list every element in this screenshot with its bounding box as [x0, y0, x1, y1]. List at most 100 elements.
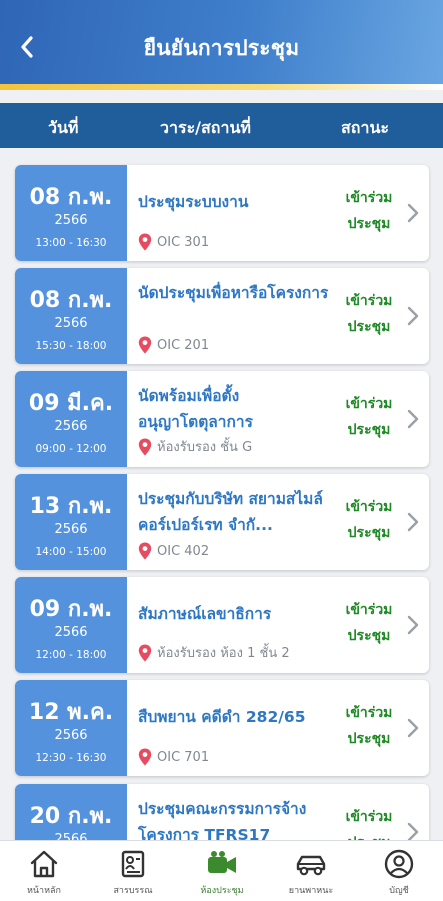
status-line-2: ประชุม: [347, 422, 391, 438]
status-line-2: ประชุม: [347, 731, 391, 747]
status-line-2: ประชุม: [347, 216, 391, 232]
meeting-card[interactable]: 12 พ.ค. 2566 12:30 - 16:30 สืบพยาน คดีดำ…: [15, 680, 429, 776]
document-icon: [121, 850, 145, 878]
status-label: เข้าร่วม ประชุม: [341, 494, 397, 546]
meeting-location: OIC 201: [138, 336, 338, 354]
home-icon: [30, 850, 58, 878]
chevron-right-icon: [407, 822, 419, 840]
column-header-status: สถานะ: [341, 118, 389, 137]
tab-label: บัญชี: [389, 886, 409, 896]
meeting-time: 14:00 - 15:00: [35, 546, 107, 558]
date-box: 09 ก.พ. 2566 12:00 - 18:00: [15, 577, 127, 673]
meeting-year: 2566: [54, 625, 88, 640]
status-label: เข้าร่วม ประชุม: [341, 597, 397, 649]
location-pin-icon: [138, 233, 152, 251]
tab-meeting-room[interactable]: ห้องประชุม: [178, 845, 266, 901]
status-line-2: ประชุม: [347, 628, 391, 644]
status-line-1: เข้าร่วม: [345, 190, 393, 206]
meeting-card[interactable]: 08 ก.พ. 2566 13:00 - 16:30 ประชุมระบบงาน…: [15, 165, 429, 261]
meeting-time: 15:30 - 18:00: [35, 340, 107, 352]
chevron-right-icon: [407, 615, 419, 635]
app-header: ยืนยันการประชุม: [0, 0, 443, 90]
meeting-time: 12:30 - 16:30: [35, 752, 107, 764]
meeting-card[interactable]: 09 มี.ค. 2566 09:00 - 12:00 นัดพร้อมเพื่…: [15, 371, 429, 467]
location-pin-icon: [138, 644, 152, 661]
meeting-time: 13:00 - 16:30: [35, 237, 107, 249]
column-header-date: วันที่: [48, 118, 79, 137]
chevron-right-icon: [407, 409, 419, 429]
page-title: ยืนยันการประชุม: [143, 36, 300, 60]
user-circle-icon: [384, 849, 414, 879]
date-box: 13 ก.พ. 2566 14:00 - 15:00: [15, 474, 127, 570]
location-text: ห้องรับรอง ห้อง 1 ชั้น 2: [157, 646, 290, 661]
meeting-date: 12 พ.ค.: [28, 700, 114, 725]
meeting-date: 08 ก.พ.: [29, 288, 113, 313]
meeting-date: 13 ก.พ.: [29, 494, 113, 519]
meeting-name: ประชุมคณะกรรมการจ้างโครงการ TFRS17: [138, 800, 307, 840]
tab-label: ยานพาหนะ: [288, 886, 334, 896]
status-line-2: ประชุม: [347, 525, 391, 541]
status-label: เข้าร่วม ประชุม: [341, 700, 397, 752]
location-text: OIC 201: [157, 337, 210, 353]
tab-label: หน้าหลัก: [26, 886, 62, 896]
status-line-2: ประชุม: [347, 319, 391, 335]
meeting-name: ประชุมระบบงาน: [138, 193, 249, 211]
meeting-name: สัมภาษณ์เลขาธิการ: [138, 605, 272, 623]
tab-home[interactable]: หน้าหลัก: [0, 845, 88, 901]
tab-vehicles[interactable]: ยานพาหนะ: [267, 845, 355, 901]
meeting-card[interactable]: 08 ก.พ. 2566 15:30 - 18:00 นัดประชุมเพื่…: [15, 268, 429, 364]
meeting-location: OIC 701: [138, 748, 338, 766]
meeting-list: 08 ก.พ. 2566 13:00 - 16:30 ประชุมระบบงาน…: [0, 150, 443, 840]
meeting-time: 12:00 - 18:00: [35, 649, 107, 661]
date-box: 08 ก.พ. 2566 15:30 - 18:00: [15, 268, 127, 364]
car-icon: [296, 855, 326, 876]
meeting-location: OIC 402: [138, 542, 338, 560]
location-pin-icon: [138, 336, 152, 354]
column-header-agenda: วาระ/สถานที่: [160, 118, 251, 137]
header-accent-stripe: [0, 84, 443, 90]
tab-label: ห้องประชุม: [200, 886, 244, 896]
column-header-bar: วันที่ วาระ/สถานที่ สถานะ: [0, 103, 443, 148]
meeting-location: OIC 301: [138, 233, 338, 251]
status-line-1: เข้าร่วม: [345, 293, 393, 309]
meeting-name: นัดพร้อมเพื่อตั้งอนุญาโตตุลาการ: [138, 387, 253, 431]
meeting-year: 2566: [54, 316, 88, 331]
tab-label: สารบรรณ: [113, 886, 153, 896]
location-text: OIC 402: [157, 543, 210, 559]
status-line-1: เข้าร่วม: [345, 602, 393, 618]
location-pin-icon: [138, 542, 152, 560]
location-pin-icon: [138, 748, 152, 766]
meeting-location: ห้องรับรอง ห้อง 1 ชั้น 2: [138, 642, 338, 663]
location-text: OIC 701: [157, 749, 210, 765]
status-line-1: เข้าร่วม: [345, 705, 393, 721]
meeting-card[interactable]: 09 ก.พ. 2566 12:00 - 18:00 สัมภาษณ์เลขาธ…: [15, 577, 429, 673]
chevron-right-icon: [407, 306, 419, 326]
status-line-1: เข้าร่วม: [345, 396, 393, 412]
tab-account[interactable]: บัญชี: [355, 845, 443, 901]
meeting-name: สืบพยาน คดีดำ 282/65: [138, 708, 306, 726]
meeting-date: 09 ก.พ.: [29, 597, 113, 622]
meeting-year: 2566: [54, 522, 88, 537]
meeting-time: 09:00 - 12:00: [35, 443, 107, 455]
meeting-date: 08 ก.พ.: [29, 185, 113, 210]
chevron-right-icon: [407, 512, 419, 532]
chevron-right-icon: [407, 203, 419, 223]
status-label: เข้าร่วม ประชุม: [341, 804, 397, 840]
status-label: เข้าร่วม ประชุม: [341, 185, 397, 237]
date-box: 20 ก.พ. 2566: [15, 784, 127, 840]
meeting-card[interactable]: 20 ก.พ. 2566 ประชุมคณะกรรมการจ้างโครงการ…: [15, 784, 429, 840]
status-line-2: ประชุม: [341, 830, 397, 840]
meeting-location: ห้องรับรอง ชั้น G: [138, 436, 338, 457]
meeting-year: 2566: [54, 832, 88, 840]
meeting-card[interactable]: 13 ก.พ. 2566 14:00 - 15:00 ประชุมกับบริษ…: [15, 474, 429, 570]
status-line-1: เข้าร่วม: [345, 499, 393, 515]
meeting-year: 2566: [54, 728, 88, 743]
video-camera-icon: [208, 851, 236, 873]
location-pin-icon: [138, 438, 152, 455]
location-text: OIC 301: [157, 234, 210, 250]
meeting-name: ประชุมกับบริษัท สยามสไมล์ คอร์เปอร์เรท จ…: [138, 490, 323, 534]
tab-documents[interactable]: สารบรรณ: [89, 845, 177, 901]
location-text: ห้องรับรอง ชั้น G: [157, 440, 253, 455]
meeting-year: 2566: [54, 419, 88, 434]
meeting-date: 20 ก.พ.: [29, 804, 113, 829]
